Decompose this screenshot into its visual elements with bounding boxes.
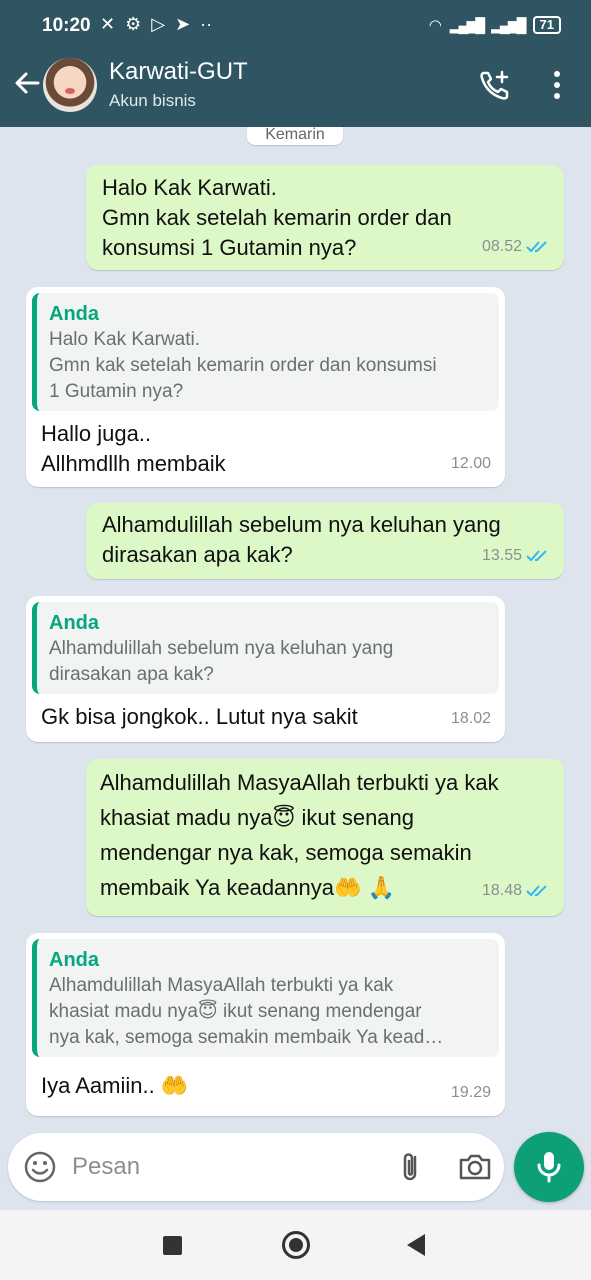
message-time: 19.29: [450, 1084, 491, 1101]
contact-name[interactable]: Karwati-GUT: [109, 58, 248, 86]
telegram-icon: ➤: [175, 14, 191, 34]
status-icons-left: ✕ ⚙ ▷ ➤ ··: [100, 14, 212, 35]
message-incoming[interactable]: Anda Alhamdulillah sebelum nya keluhan y…: [26, 596, 505, 742]
message-time: 08.52: [481, 238, 522, 255]
emoji-icon[interactable]: [23, 1150, 57, 1184]
chat-area[interactable]: Kemarin Halo Kak Karwati. Gmn kak setela…: [0, 127, 591, 1210]
quote-author: Anda: [49, 949, 99, 971]
mic-button[interactable]: [514, 1132, 584, 1202]
wifi-icon: ◠: [428, 17, 442, 34]
chat-header: Karwati-GUT Akun bisnis: [0, 50, 591, 127]
message-meta: 19.29: [451, 1078, 491, 1108]
signal-icon: ▂▄▆█: [449, 16, 485, 33]
message-input[interactable]: [72, 1145, 372, 1189]
quote-author: Anda: [49, 303, 99, 325]
back-arrow-icon[interactable]: [12, 68, 42, 98]
system-nav-bar: [0, 1210, 591, 1280]
play-icon: ▷: [151, 14, 166, 34]
home-icon[interactable]: [282, 1231, 310, 1259]
message-text: Gk bisa jongkok.. Lutut nya sakit: [41, 704, 358, 729]
double-check-icon: [526, 884, 547, 896]
battery-icon: 71: [532, 16, 561, 34]
dots-icon: ··: [200, 14, 213, 34]
message-text: Iya Aamiin.. 🤲: [41, 1073, 189, 1098]
quote-author: Anda: [49, 612, 99, 634]
avatar[interactable]: [43, 58, 97, 112]
status-bar: 10:20 ✕ ⚙ ▷ ➤ ·· ◠ ▂▄▆█ ▂▄▆█ 71: [0, 0, 591, 50]
quote-text: Alhamdulillah sebelum nya keluhan yang d…: [49, 638, 394, 685]
message-outgoing[interactable]: Alhamdulillah sebelum nya keluhan yang d…: [86, 503, 564, 579]
mute-icon: ✕: [100, 14, 116, 34]
app-header: 10:20 ✕ ⚙ ▷ ➤ ·· ◠ ▂▄▆█ ▂▄▆█ 71 Karwati-…: [0, 0, 591, 127]
quoted-message[interactable]: Anda Halo Kak Karwati. Gmn kak setelah k…: [32, 293, 499, 411]
quoted-message[interactable]: Anda Alhamdulillah sebelum nya keluhan y…: [32, 602, 499, 694]
status-time: 10:20: [42, 15, 91, 36]
message-time: 18.48: [481, 882, 522, 899]
message-incoming[interactable]: Anda Halo Kak Karwati. Gmn kak setelah k…: [26, 287, 505, 487]
camera-icon[interactable]: [457, 1149, 493, 1185]
message-meta: 13.55: [482, 541, 550, 571]
message-time: 18.02: [450, 710, 491, 727]
message-text: Hallo juga.. Allhmdllh membaik: [41, 421, 226, 476]
more-options-icon[interactable]: [545, 68, 569, 102]
message-time: 12.00: [450, 455, 491, 472]
message-composer: [8, 1133, 504, 1201]
message-meta: 18.48: [482, 873, 550, 908]
message-meta: 18.02: [451, 704, 491, 734]
mic-icon: [537, 1152, 561, 1183]
settings-icon: ⚙: [125, 14, 142, 34]
date-chip: Kemarin: [247, 127, 343, 145]
double-check-icon: [526, 550, 547, 562]
message-outgoing[interactable]: Halo Kak Karwati. Gmn kak setelah kemari…: [86, 165, 564, 270]
quoted-message[interactable]: Anda Alhamdulillah MasyaAllah terbukti y…: [32, 939, 499, 1057]
recents-icon[interactable]: [163, 1236, 182, 1255]
quote-text: Alhamdulillah MasyaAllah terbukti ya kak…: [49, 975, 444, 1048]
message-incoming[interactable]: Anda Alhamdulillah MasyaAllah terbukti y…: [26, 933, 505, 1116]
message-outgoing[interactable]: Alhamdulillah MasyaAllah terbukti ya kak…: [86, 759, 564, 916]
paperclip-icon[interactable]: [393, 1149, 429, 1185]
message-meta: 12.00: [451, 449, 491, 479]
add-call-icon[interactable]: [478, 68, 512, 102]
double-check-icon: [526, 241, 547, 253]
quote-text: Halo Kak Karwati. Gmn kak setelah kemari…: [49, 329, 437, 402]
message-time: 13.55: [481, 547, 522, 564]
signal-4g-icon: ▂▄▆█: [491, 16, 526, 33]
message-meta: 08.52: [482, 232, 550, 262]
contact-subtitle: Akun bisnis: [109, 91, 196, 110]
status-icons-right: ◠ ▂▄▆█ ▂▄▆█ 71: [429, 16, 561, 34]
nav-back-icon[interactable]: [407, 1234, 425, 1256]
